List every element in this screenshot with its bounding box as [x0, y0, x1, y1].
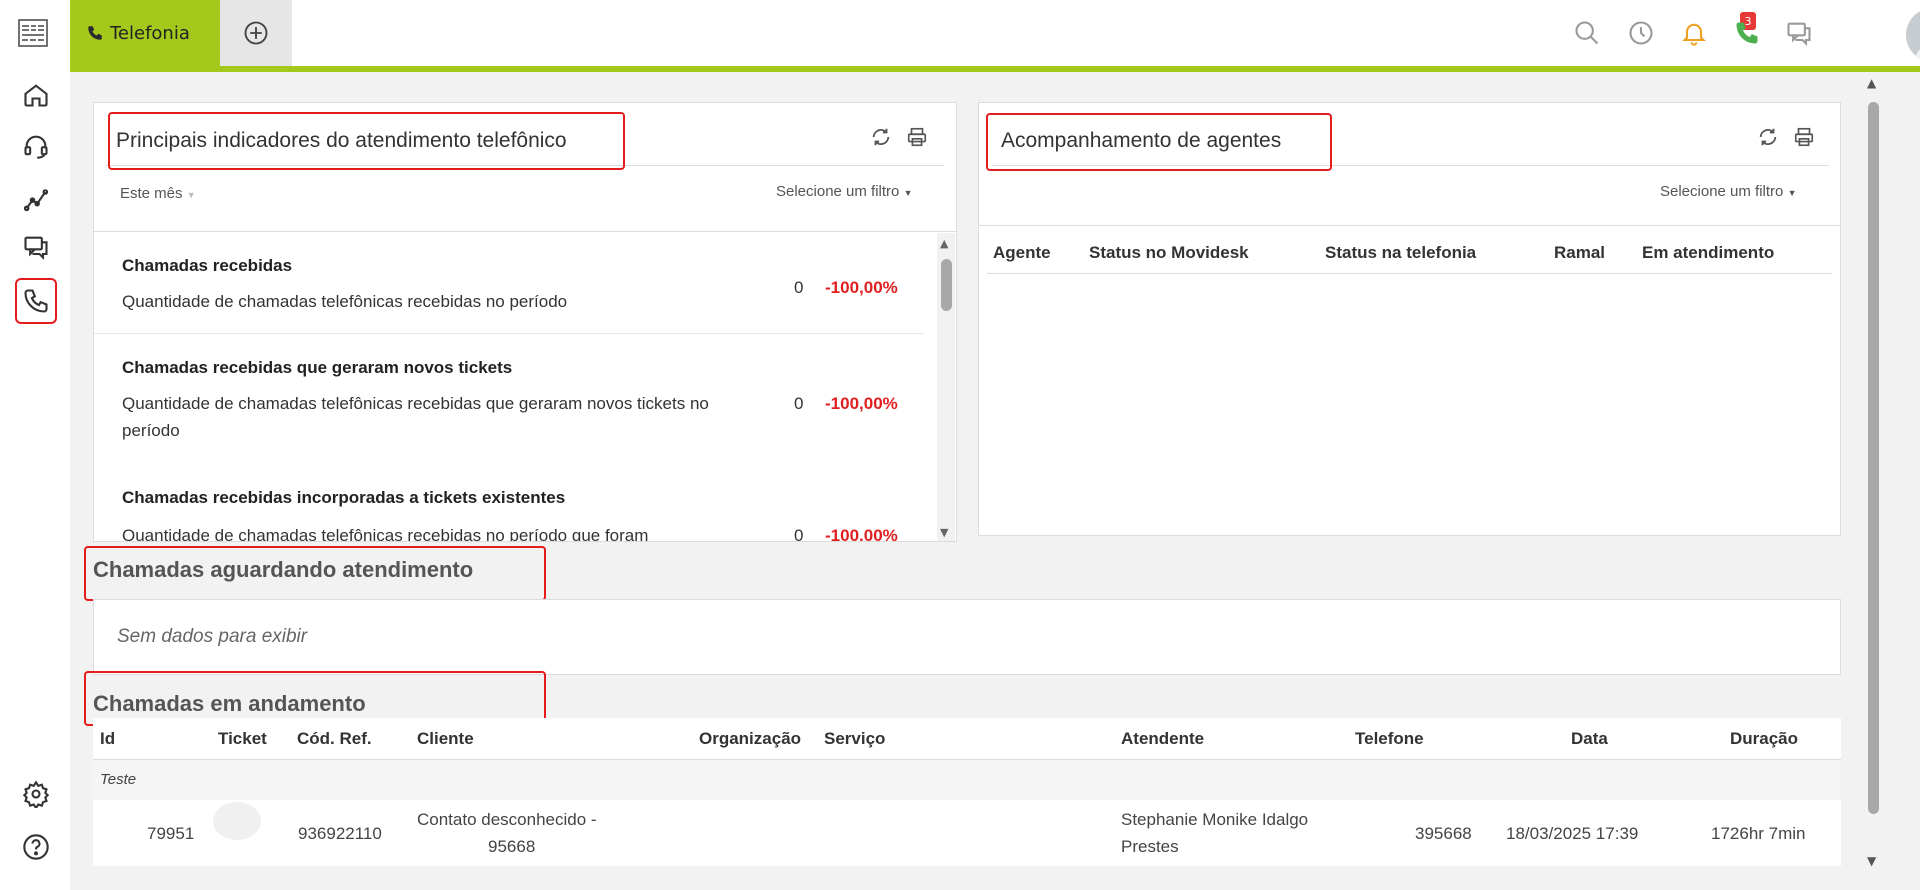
indicator-value: 0 [794, 278, 804, 297]
divider [987, 273, 1832, 274]
column-header[interactable]: Ticket [218, 729, 267, 749]
refresh-icon[interactable] [868, 124, 894, 150]
cell-data: 18/03/2025 17:39 [1506, 824, 1639, 843]
column-header[interactable]: Agente [993, 243, 1051, 263]
gear-icon[interactable] [17, 775, 55, 813]
scroll-thumb[interactable] [1868, 102, 1879, 814]
indicator-title: Chamadas recebidas [122, 256, 293, 275]
indicators-list: Chamadas recebidas Quantidade de chamada… [94, 232, 936, 541]
period-label: Este mês [120, 185, 183, 202]
filter-label: Selecione um filtro [776, 183, 900, 200]
column-header[interactable]: Cód. Ref. [297, 729, 372, 749]
column-header[interactable]: Status na telefonia [1325, 243, 1476, 263]
scroll-thumb[interactable] [941, 259, 952, 311]
indicator-change: -100,00% [825, 526, 898, 541]
waiting-panel: Sem dados para exibir [93, 599, 1841, 675]
column-header[interactable]: Data [1571, 729, 1608, 749]
group-row: Teste [93, 761, 1841, 799]
scroll-up-icon[interactable]: ▲ [940, 237, 948, 250]
phone-icon [88, 26, 102, 40]
chevron-down-icon: ▼ [1787, 188, 1797, 198]
filter-label: Selecione um filtro [1660, 183, 1784, 200]
cell-telefone: 395668 [1415, 824, 1472, 843]
indicators-filter-select[interactable]: Selecione um filtro ▼ [776, 183, 913, 200]
add-tab-button[interactable] [220, 0, 292, 66]
highlight-box [84, 546, 546, 601]
plus-circle-icon [244, 21, 268, 45]
phone-icon[interactable] [15, 278, 57, 324]
scroll-down-icon[interactable]: ▼ [1867, 854, 1876, 868]
list-item: Chamadas recebidas incorporadas a ticket… [94, 462, 924, 541]
top-bar: Telefonia 3 [70, 0, 1920, 72]
chat-icon[interactable] [1782, 16, 1816, 50]
logo-icon[interactable] [18, 18, 48, 48]
indicator-desc: Quantidade de chamadas telefônicas receb… [122, 394, 709, 440]
column-header[interactable]: Telefone [1355, 729, 1424, 749]
cell-atendente: Stephanie Monike Idalgo [1121, 810, 1309, 829]
column-header[interactable]: Organização [699, 729, 801, 749]
bell-icon[interactable] [1677, 16, 1711, 50]
indicator-title: Chamadas recebidas que geraram novos tic… [122, 358, 513, 377]
tab-label: Telefonia [110, 22, 190, 44]
indicator-change: -100,00% [825, 278, 898, 297]
indicator-desc: Quantidade de chamadas telefônicas receb… [122, 526, 649, 541]
search-icon[interactable] [1570, 16, 1604, 50]
cell-ref: 936922110 [298, 824, 382, 843]
column-header[interactable]: Serviço [824, 729, 885, 749]
ticket-placeholder[interactable] [213, 802, 261, 840]
table-row[interactable]: 79951 936922110 Contato desconhecido - 9… [93, 800, 1841, 866]
indicator-value: 0 [794, 394, 804, 413]
page-scrollbar[interactable]: ▲ ▼ [1862, 74, 1884, 890]
list-item: Chamadas recebidas que geraram novos tic… [94, 334, 924, 462]
cell-id: 79951 [147, 824, 195, 843]
indicator-desc: Quantidade de chamadas telefônicas receb… [122, 292, 568, 311]
cell-atendente-line2: Prestes [1121, 837, 1179, 856]
empty-state-text: Sem dados para exibir [117, 626, 308, 647]
highlight-box [986, 113, 1332, 171]
scroll-down-icon[interactable]: ▼ [940, 526, 948, 539]
home-icon[interactable] [17, 76, 55, 114]
column-header[interactable]: Cliente [417, 729, 474, 749]
print-icon[interactable] [1791, 124, 1817, 150]
cell-cliente-line2: 95668 [488, 837, 536, 856]
indicator-value: 0 [794, 526, 804, 541]
table-header: Id Ticket Cód. Ref. Cliente Organização … [93, 718, 1841, 760]
divider [979, 225, 1840, 226]
cell-duracao: 1726hr 7min [1711, 824, 1806, 843]
column-header[interactable]: Ramal [1554, 243, 1605, 263]
chevron-down-icon: ▼ [186, 190, 196, 200]
help-icon[interactable] [17, 828, 55, 866]
indicator-title: Chamadas recebidas incorporadas a ticket… [122, 488, 566, 507]
list-item: Chamadas recebidas Quantidade de chamada… [94, 232, 924, 334]
group-label: Teste [100, 771, 137, 788]
column-header[interactable]: Duração [1730, 729, 1798, 749]
phone-status-icon[interactable] [1730, 16, 1764, 50]
highlight-box [108, 112, 625, 170]
column-header[interactable]: Em atendimento [1642, 243, 1774, 263]
clock-icon[interactable] [1624, 16, 1658, 50]
cell-cliente: Contato desconhecido - [417, 810, 597, 829]
period-select[interactable]: Este mês ▼ [120, 185, 196, 202]
chat-icon[interactable] [17, 228, 55, 266]
scroll-up-icon[interactable]: ▲ [1867, 76, 1876, 90]
column-header[interactable]: Id [100, 729, 115, 749]
chevron-down-icon: ▼ [903, 188, 913, 198]
indicator-change: -100,00% [825, 394, 898, 413]
agents-filter-select[interactable]: Selecione um filtro ▼ [1660, 183, 1797, 200]
column-header[interactable]: Atendente [1121, 729, 1204, 749]
chart-icon[interactable] [17, 180, 55, 218]
indicators-scrollbar[interactable]: ▲ ▼ [937, 233, 955, 541]
refresh-icon[interactable] [1755, 124, 1781, 150]
headset-icon[interactable] [17, 127, 55, 165]
print-icon[interactable] [904, 124, 930, 150]
left-sidebar [0, 0, 70, 890]
column-header[interactable]: Status no Movidesk [1089, 243, 1249, 263]
tab-telefonia[interactable]: Telefonia [70, 0, 220, 66]
avatar[interactable] [1906, 8, 1920, 62]
